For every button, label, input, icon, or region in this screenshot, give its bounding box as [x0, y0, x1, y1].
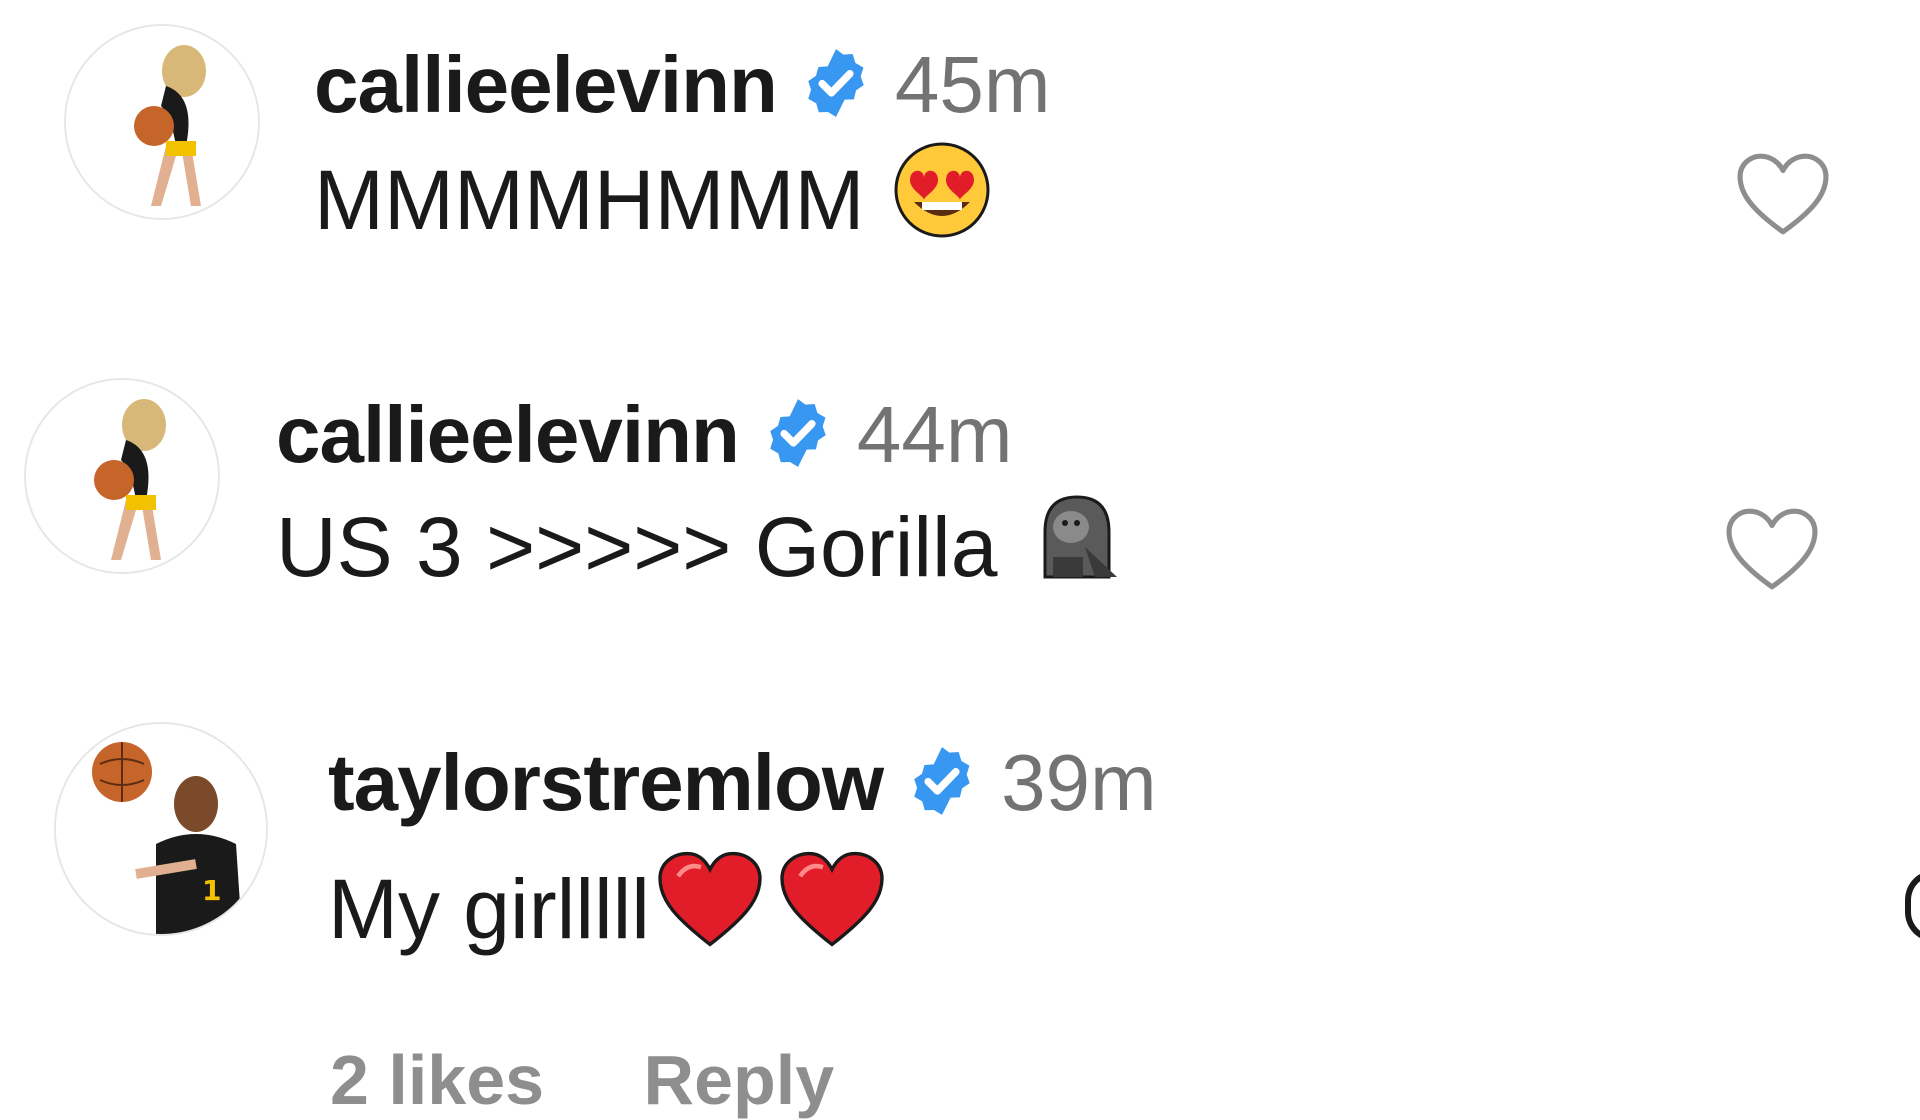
- comment-footer: 2 likes Reply: [330, 1040, 914, 1120]
- avatar[interactable]: 1: [54, 722, 268, 936]
- comment-text: US 3 >>>>> Gorilla: [276, 499, 998, 594]
- verified-badge-icon: [799, 46, 873, 125]
- comment-time: 45m: [894, 40, 1051, 129]
- verified-badge-icon: [761, 396, 835, 475]
- red-heart-emoji-icon: [654, 849, 766, 969]
- like-heart-icon[interactable]: [1722, 505, 1822, 600]
- username[interactable]: taylorstremlow: [328, 737, 884, 829]
- svg-text:1: 1: [202, 874, 221, 907]
- likes-count[interactable]: 2 likes: [330, 1041, 544, 1119]
- like-heart-icon[interactable]: [1905, 870, 1920, 942]
- comment-text: MMMMHMMM: [314, 152, 865, 247]
- comment-time: 44m: [856, 390, 1013, 479]
- verified-badge-icon: [905, 744, 979, 823]
- username[interactable]: callieelevinn: [314, 39, 778, 131]
- like-heart-icon[interactable]: [1733, 150, 1833, 245]
- comment-time: 39m: [1001, 738, 1157, 827]
- comment-text: My girlllll: [328, 861, 650, 956]
- gorilla-emoji-icon: [1025, 487, 1129, 607]
- avatar[interactable]: [24, 378, 220, 574]
- heart-eyes-emoji-icon: [892, 140, 992, 260]
- reply-button[interactable]: Reply: [644, 1041, 835, 1119]
- red-heart-emoji-icon: [776, 849, 888, 969]
- username[interactable]: callieelevinn: [276, 389, 740, 481]
- avatar[interactable]: [64, 24, 260, 220]
